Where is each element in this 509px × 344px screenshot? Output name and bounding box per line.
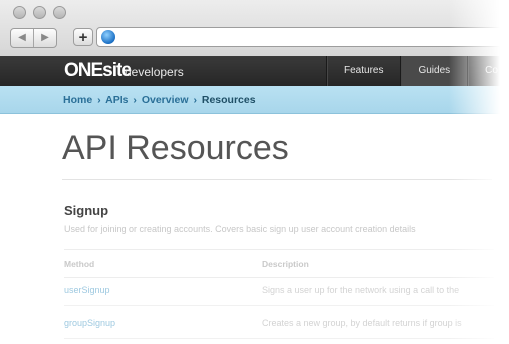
top-navigation: Features Guides Co — [326, 56, 509, 86]
table-row: userSignup Signs a user up for the netwo… — [64, 277, 494, 306]
table-header: Method Description — [64, 249, 494, 278]
breadcrumb-apis[interactable]: APIs — [105, 94, 128, 106]
browser-window: ◀ ▶ + ONEsite developers Features Guides… — [0, 0, 509, 344]
page-title: API Resources — [62, 129, 289, 167]
address-bar[interactable] — [96, 27, 509, 47]
nav-features[interactable]: Features — [326, 56, 400, 86]
nav-guides[interactable]: Guides — [400, 56, 468, 86]
title-divider — [62, 179, 492, 180]
breadcrumb-bar: Home › APIs › Overview › Resources — [0, 86, 509, 114]
nav-more[interactable]: Co — [467, 56, 509, 86]
site-header: ONEsite developers Features Guides Co — [0, 56, 509, 86]
new-tab-button[interactable]: + — [73, 28, 93, 46]
breadcrumb-separator: › — [193, 94, 197, 106]
section-title: Signup — [64, 203, 109, 218]
window-controls — [13, 6, 66, 19]
history-nav: ◀ ▶ — [10, 28, 57, 48]
column-header-description: Description — [262, 259, 309, 269]
site-logo[interactable]: ONEsite — [64, 60, 132, 82]
breadcrumb-separator: › — [133, 94, 137, 106]
breadcrumb-overview[interactable]: Overview — [142, 94, 189, 106]
browser-chrome: ◀ ▶ + — [0, 0, 509, 57]
minimize-window-button[interactable] — [33, 6, 46, 19]
site-logo-subtitle: developers — [125, 65, 184, 79]
forward-arrow-icon[interactable]: ▶ — [33, 29, 56, 47]
breadcrumb: Home › APIs › Overview › Resources — [63, 94, 256, 106]
method-description: Creates a new group, by default returns … — [262, 318, 462, 328]
breadcrumb-home[interactable]: Home — [63, 94, 92, 106]
close-window-button[interactable] — [13, 6, 26, 19]
globe-icon — [101, 30, 115, 44]
breadcrumb-separator: › — [97, 94, 101, 106]
back-arrow-icon[interactable]: ◀ — [11, 29, 33, 47]
method-link[interactable]: userSignup — [64, 285, 110, 295]
table-row: groupSignup Creates a new group, by defa… — [64, 310, 494, 339]
section-description: Used for joining or creating accounts. C… — [64, 224, 416, 234]
method-link[interactable]: groupSignup — [64, 318, 115, 328]
method-description: Signs a user up for the network using a … — [262, 285, 460, 295]
zoom-window-button[interactable] — [53, 6, 66, 19]
breadcrumb-current: Resources — [201, 94, 256, 106]
column-header-method: Method — [64, 259, 95, 269]
